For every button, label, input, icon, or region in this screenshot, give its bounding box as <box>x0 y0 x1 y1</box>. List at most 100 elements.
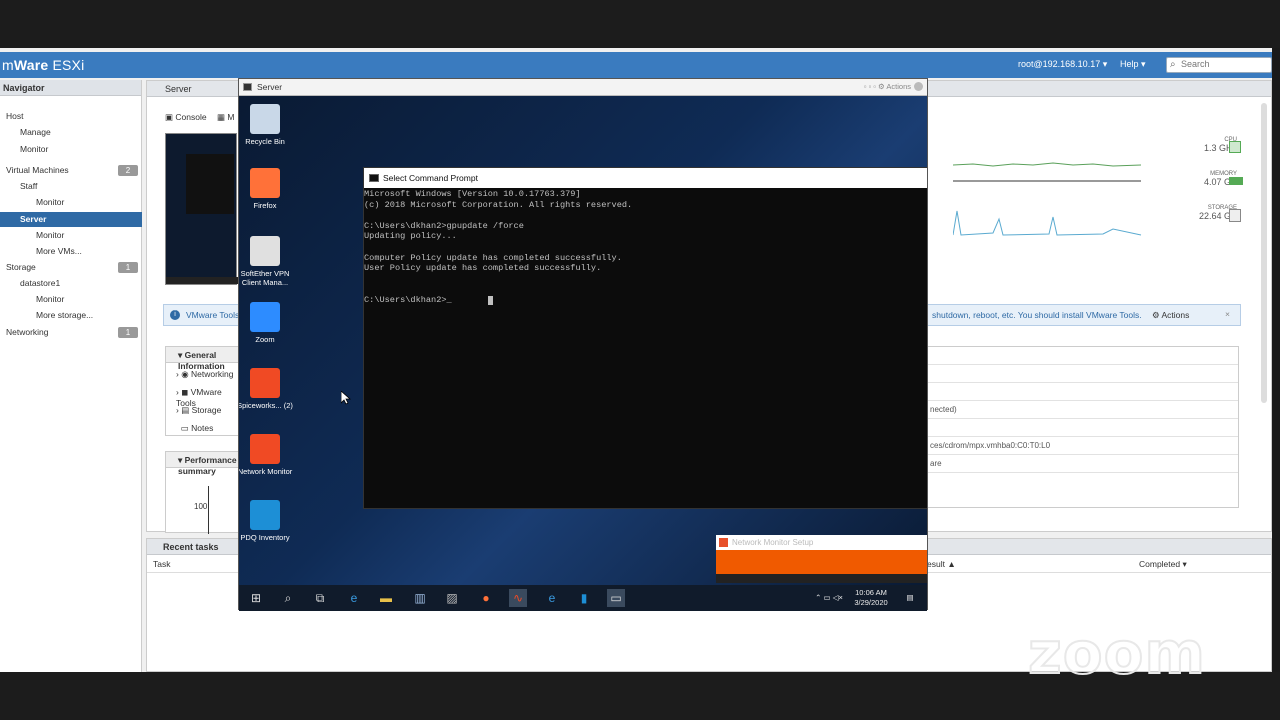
spiceworks-glyph <box>250 368 280 398</box>
sidebar-item-datastore1[interactable]: datastore1 <box>0 276 142 291</box>
network-monitor-setup-window[interactable]: Network Monitor Setup <box>716 535 927 583</box>
info-icon: i <box>170 310 180 320</box>
sidebar-item-host[interactable]: Host <box>0 109 142 124</box>
count-badge: 1 <box>118 327 138 338</box>
search-input[interactable]: ⌕ Search <box>1166 57 1272 73</box>
vmware-esxi-logo: mWare ESXi <box>2 57 85 73</box>
completed-column-header[interactable]: Completed ▾ <box>1139 559 1187 570</box>
sidebar-item-networking[interactable]: Networking 1 <box>0 325 142 340</box>
cmd-titlebar[interactable]: Select Command Prompt <box>364 168 927 188</box>
console-titlebar[interactable]: Server ▫ ▫ ▫ ⚙ Actions <box>239 79 927 96</box>
desktop-icon-label: Firefox <box>253 201 277 210</box>
gi-networking[interactable]: › ◉ Networking <box>176 369 234 380</box>
console-button[interactable]: ▣ Console <box>165 112 207 123</box>
cmd-taskbar-icon[interactable]: ▭ <box>607 589 625 607</box>
cpu-icon <box>1229 141 1241 153</box>
cpu-sparkline <box>953 162 1142 167</box>
softether-vpn-icon[interactable]: SoftEther VPN Client Mana... <box>239 236 294 287</box>
close-icon[interactable]: × <box>1225 309 1230 319</box>
vm-details-table: nected) ces/cdrom/mpx.vmhba0:C0:T0:L0 are <box>927 346 1239 508</box>
windows-taskbar: ⊞ ⌕ ⧉ e ▬ ▥ ▨ ● ∿ e ▮ ▭ ⌃ ▭ ◁× 10:06 AM 3… <box>239 585 927 611</box>
sidebar-item-label: Host <box>6 111 24 121</box>
pdq-inventory-icon[interactable]: PDQ Inventory <box>239 500 294 542</box>
pdq-inventory-glyph <box>250 500 280 530</box>
storage-sparkline <box>953 210 1142 236</box>
infobar-actions-button[interactable]: ⚙ Actions <box>1152 310 1189 321</box>
setup-progress-band <box>716 550 927 574</box>
cpu-metric: CPU 1.3 GHz <box>1203 137 1237 153</box>
sidebar-item-label: Networking <box>6 327 49 337</box>
cmd-line <box>364 274 927 285</box>
network-monitor-desktop-icon[interactable]: Network Monitor <box>239 434 294 476</box>
vm-console-window[interactable]: Server ▫ ▫ ▫ ⚙ Actions Recycle Bin Firefo… <box>238 78 928 611</box>
toast-titlebar: Network Monitor Setup <box>716 535 927 550</box>
monitor-button[interactable]: ▦ M <box>217 112 235 123</box>
network-monitor-icon <box>719 538 728 547</box>
zoom-desktop-glyph <box>250 302 280 332</box>
detail-row <box>928 383 1238 401</box>
perf-axis-line <box>208 486 209 534</box>
sidebar-item-manage[interactable]: Manage <box>0 125 142 140</box>
console-thumbnail[interactable] <box>165 133 238 285</box>
sidebar-item-staff[interactable]: Staff <box>0 179 142 194</box>
task-view-icon[interactable]: ⧉ <box>311 589 329 607</box>
sidebar-item-monitor[interactable]: Monitor <box>0 195 142 210</box>
perf-header[interactable]: ▾ Performance summary <box>166 452 238 476</box>
panel-scrollbar[interactable] <box>1261 103 1267 403</box>
firefox-taskbar-icon[interactable]: ● <box>477 589 495 607</box>
sidebar-item-storage[interactable]: Storage 1 <box>0 260 142 275</box>
user-menu[interactable]: root@192.168.10.17 ▾ <box>1018 59 1107 70</box>
windows-desktop: Recycle Bin Firefox SoftEther VPN Client M… <box>239 96 927 585</box>
console-actions-button[interactable]: ▫ ▫ ▫ ⚙ Actions <box>864 82 911 91</box>
sidebar-item-monitor[interactable]: Monitor <box>0 228 142 243</box>
sidebar-item-more-storage[interactable]: More storage... <box>0 308 142 323</box>
cmd-icon <box>369 174 379 182</box>
network-icon[interactable]: ▨ <box>443 589 461 607</box>
sidebar-item-virtual-machines[interactable]: Virtual Machines 2 <box>0 163 142 178</box>
detail-row <box>928 365 1238 383</box>
general-info-header[interactable]: ▾ General Information <box>166 347 238 371</box>
infobar-right-text: shutdown, reboot, etc. You should instal… <box>932 310 1142 320</box>
command-prompt-window[interactable]: Select Command Prompt Microsoft Windows … <box>363 167 927 509</box>
navigator-panel: Navigator Host Manage Monitor Virtual Machi… <box>0 80 142 672</box>
gi-storage[interactable]: › ▤ Storage <box>176 405 221 416</box>
edge-icon[interactable]: e <box>345 589 363 607</box>
taskbar-clock[interactable]: 10:06 AM 3/29/2020 <box>845 588 897 608</box>
zoom-desktop-icon[interactable]: Zoom <box>239 302 294 344</box>
console-close-icon[interactable] <box>914 82 923 91</box>
memory-metric: MEMORY 4.07 GB <box>1203 171 1237 187</box>
sidebar-item-label: More VMs... <box>36 246 82 256</box>
pdq-taskbar-icon[interactable]: ▮ <box>575 589 593 607</box>
result-column-header[interactable]: esult ▲ <box>927 559 956 569</box>
sidebar-item-monitor[interactable]: Monitor <box>0 142 142 157</box>
sidebar-item-label: Storage <box>6 262 36 272</box>
storage-icon <box>1229 209 1241 222</box>
task-column-header[interactable]: Task <box>153 559 170 569</box>
desktop-icon-label: Zoom <box>255 335 275 344</box>
sidebar-item-label: Virtual Machines <box>6 165 69 175</box>
start-button-icon[interactable]: ⊞ <box>247 589 265 607</box>
sidebar-item-server[interactable]: Server <box>0 212 142 227</box>
spiceworks-icon[interactable]: Spiceworks... (2) <box>239 368 294 410</box>
ie-icon[interactable]: e <box>543 589 561 607</box>
zoom-watermark: zoom <box>1027 619 1206 687</box>
sidebar-item-monitor[interactable]: Monitor <box>0 292 142 307</box>
cmd-output[interactable]: Microsoft Windows [Version 10.0.17763.37… <box>364 188 927 306</box>
sidebar-item-label: Monitor <box>20 144 49 154</box>
console-window-icon <box>243 83 252 91</box>
gi-notes[interactable]: ▭ Notes <box>176 423 214 434</box>
network-monitor-taskbar-icon[interactable]: ∿ <box>509 589 527 607</box>
search-placeholder: Search <box>1181 59 1210 69</box>
sidebar-item-more-vms[interactable]: More VMs... <box>0 244 142 259</box>
file-explorer-icon[interactable]: ▬ <box>377 589 395 607</box>
memory-icon <box>1229 177 1243 185</box>
server-manager-icon[interactable]: ▥ <box>411 589 429 607</box>
firefox-desktop-icon[interactable]: Firefox <box>239 168 294 210</box>
cmd-line: Computer Policy update has completed suc… <box>364 252 622 263</box>
notifications-icon[interactable]: ▤ <box>901 593 919 603</box>
recycle-bin-icon[interactable]: Recycle Bin <box>239 104 294 146</box>
taskbar-search-icon[interactable]: ⌕ <box>279 589 297 607</box>
text-cursor <box>488 296 493 305</box>
cmd-title: Select Command Prompt <box>383 173 478 183</box>
help-menu[interactable]: Help ▾ <box>1120 59 1146 70</box>
